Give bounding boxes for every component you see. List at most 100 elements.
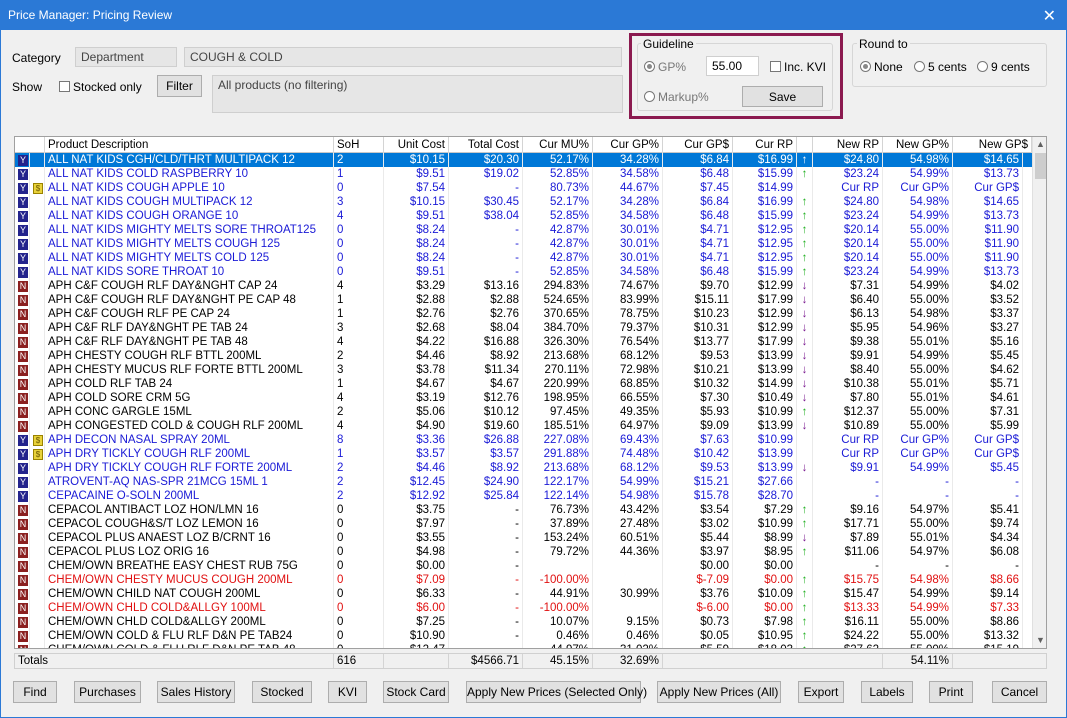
cell-nrp: $5.95	[813, 321, 883, 335]
table-row[interactable]: N APH CONC GARGLE 15ML 2 $5.06 $10.12 97.45% 4…	[15, 405, 1032, 419]
table-row[interactable]: N CHEM/OWN CHESTY MUCUS COUGH 200ML 0 $7.09…	[15, 573, 1032, 587]
export-button[interactable]: Export	[798, 681, 844, 703]
table-row[interactable]: Y ALL NAT KIDS CGH/CLD/THRT MULTIPACK 12 2…	[15, 153, 1032, 167]
cell-ngpd: $13.73	[953, 167, 1023, 181]
table-row[interactable]: N CEPACOL COUGH&S/T LOZ LEMON 16 0 $7.97-37…	[15, 517, 1032, 531]
vertical-scrollbar[interactable]: ▲ ▼	[1032, 137, 1046, 648]
find-button[interactable]: Find	[13, 681, 57, 703]
cell-gpd: $13.77	[663, 335, 733, 349]
table-row[interactable]: Y $ ALL NAT KIDS COUGH APPLE 10 0 $7.54-80.7…	[15, 181, 1032, 195]
scroll-thumb[interactable]	[1035, 153, 1046, 179]
table-row[interactable]: N APH COLD SORE CRM 5G 4 $3.19 $12.76 198.95%…	[15, 391, 1032, 405]
table-row[interactable]: N CHEM/OWN COLD & FLU RLF D&N PE TAB24 0 $1…	[15, 629, 1032, 643]
table-row[interactable]: N APH C&F COUGH RLF DAY&NGHT CAP 24 4 $3.29…	[15, 279, 1032, 293]
round-5-cents-radio[interactable]	[914, 61, 925, 72]
table-row[interactable]: N CHEM/OWN CHILD NAT COUGH 200ML 0 $6.33-44…	[15, 587, 1032, 601]
category-type-field[interactable]: Department	[75, 47, 177, 67]
table-row[interactable]: Y CEPACAINE O-SOLN 200ML 2 $12.92 $25.84 122.…	[15, 489, 1032, 503]
gp-value-input[interactable]: 55.00	[706, 56, 759, 76]
stocked-button[interactable]: Stocked	[252, 681, 312, 703]
close-icon[interactable]: ✕	[1043, 6, 1056, 26]
scroll-down-icon[interactable]: ▼	[1033, 633, 1046, 648]
cell-gp: 0.46%	[593, 629, 663, 643]
flag-y-icon: Y	[18, 449, 28, 460]
cell-soh: 0	[334, 237, 384, 251]
price-down-icon: ↓	[797, 279, 813, 293]
table-row[interactable]: Y ALL NAT KIDS MIGHTY MELTS COLD 125 0 $8.2…	[15, 251, 1032, 265]
table-row[interactable]: Y ALL NAT KIDS SORE THROAT 10 0 $9.51-52.85…	[15, 265, 1032, 279]
pricing-grid[interactable]: Product Description SoH Unit Cost Total Cos…	[14, 136, 1047, 649]
table-row[interactable]: N APH C&F COUGH RLF DAY&NGHT PE CAP 48 1 $2…	[15, 293, 1032, 307]
gp-radio[interactable]	[644, 61, 655, 72]
column-header[interactable]: New RP	[813, 137, 883, 153]
column-header[interactable]: Unit Cost	[384, 137, 449, 153]
column-header[interactable]: Cur RP	[733, 137, 797, 153]
purchases-button[interactable]: Purchases	[74, 681, 141, 703]
table-row[interactable]: N APH CHESTY MUCUS RLF FORTE BTTL 200ML 3 $…	[15, 363, 1032, 377]
table-row[interactable]: Y ALL NAT KIDS MIGHTY MELTS COUGH 125 0 $8.…	[15, 237, 1032, 251]
table-row[interactable]: N APH CHESTY COUGH RLF BTTL 200ML 2 $4.46 $8…	[15, 349, 1032, 363]
table-row[interactable]: NCHEM/OWN COLD & FLU RLF D&N PE TAB 480$…	[15, 643, 1032, 648]
cell-mu: 0.46%	[523, 629, 593, 643]
stock-card-button[interactable]: Stock Card	[383, 681, 449, 703]
table-row[interactable]: Y $ APH DECON NASAL SPRAY 20ML 8 $3.36 $26.88…	[15, 433, 1032, 447]
table-row[interactable]: N APH C&F COUGH RLF PE CAP 24 1 $2.76 $2.76 3…	[15, 307, 1032, 321]
table-row[interactable]: N CEPACOL PLUS LOZ ORIG 16 0 $4.98-79.72% 44…	[15, 545, 1032, 559]
cancel-button[interactable]: Cancel	[992, 681, 1047, 703]
column-header[interactable]	[797, 137, 813, 153]
table-row[interactable]: N APH C&F RLF DAY&NGHT PE TAB 24 3 $2.68 $8.…	[15, 321, 1032, 335]
table-row[interactable]: Y $ APH DRY TICKLY COUGH RLF 200ML 1 $3.57 $3…	[15, 447, 1032, 461]
column-header[interactable]: Product Description	[45, 137, 334, 153]
flag-cell: Y	[15, 461, 30, 475]
column-header[interactable]: New GP%	[883, 137, 953, 153]
flag-y-icon: Y	[18, 211, 28, 222]
column-header[interactable]	[15, 137, 45, 153]
table-row[interactable]: N APH C&F RLF DAY&NGHT PE TAB 48 4 $4.22 $16…	[15, 335, 1032, 349]
column-header[interactable]: Cur GP%	[593, 137, 663, 153]
round-9-cents-radio[interactable]	[977, 61, 988, 72]
table-row[interactable]: N CEPACOL PLUS ANAEST LOZ B/CRNT 16 0 $3.55…	[15, 531, 1032, 545]
inc-kvi-checkbox[interactable]	[770, 61, 781, 72]
column-header[interactable]: Cur GP$	[663, 137, 733, 153]
grid-rows[interactable]: Y ALL NAT KIDS CGH/CLD/THRT MULTIPACK 12 2…	[15, 153, 1032, 648]
cell-total: $12.76	[449, 391, 523, 405]
column-header[interactable]: New GP$	[953, 137, 1032, 153]
cell-gp: 49.35%	[593, 405, 663, 419]
guideline-title: Guideline	[641, 37, 696, 51]
column-header[interactable]: Cur MU%	[523, 137, 593, 153]
save-button[interactable]: Save	[742, 86, 823, 107]
table-row[interactable]: Y ALL NAT KIDS COUGH ORANGE 10 4 $9.51 $38.0…	[15, 209, 1032, 223]
table-row[interactable]: Y ALL NAT KIDS MIGHTY MELTS SORE THROAT12…	[15, 223, 1032, 237]
sales-history-button[interactable]: Sales History	[157, 681, 235, 703]
markup-radio[interactable]	[644, 91, 655, 102]
filter-button[interactable]: Filter	[157, 75, 202, 97]
column-header[interactable]: SoH	[334, 137, 384, 153]
table-row[interactable]: N CHEM/OWN CHLD COLD&ALLGY 200ML 0 $7.25-10…	[15, 615, 1032, 629]
table-row[interactable]: Y ALL NAT KIDS COUGH MULTIPACK 12 3 $10.15 $…	[15, 195, 1032, 209]
flag-cell: N	[15, 601, 30, 615]
apply-selected-button[interactable]: Apply New Prices (Selected Only)	[466, 681, 647, 703]
kvi-cell	[30, 405, 45, 419]
table-row[interactable]: N CHEM/OWN BREATHE EASY CHEST RUB 75G 0 $0.…	[15, 559, 1032, 573]
apply-all-button[interactable]: Apply New Prices (All)	[657, 681, 781, 703]
kvi-dollar-icon: $	[33, 435, 43, 446]
cell-gpd: $7.63	[663, 433, 733, 447]
scroll-up-icon[interactable]: ▲	[1033, 137, 1046, 152]
stocked-only-checkbox[interactable]	[59, 81, 70, 92]
round-none-radio[interactable]	[860, 61, 871, 72]
kvi-button[interactable]: KVI	[328, 681, 367, 703]
table-row[interactable]: N CHEM/OWN CHLD COLD&ALLGY 100ML 0 $6.00- -1…	[15, 601, 1032, 615]
cell-ngp: 54.99%	[883, 279, 953, 293]
table-row[interactable]: N CEPACOL ANTIBACT LOZ HON/LMN 16 0 $3.75-7…	[15, 503, 1032, 517]
table-row[interactable]: Y APH DRY TICKLY COUGH RLF FORTE 200ML 2 $4…	[15, 461, 1032, 475]
print-button[interactable]: Print	[929, 681, 973, 703]
labels-button[interactable]: Labels	[861, 681, 913, 703]
cell-desc: APH COLD SORE CRM 5G	[45, 391, 334, 405]
flag-y-icon: Y	[18, 197, 28, 208]
table-row[interactable]: Y ALL NAT KIDS COLD RASPBERRY 10 1 $9.51 $19…	[15, 167, 1032, 181]
column-header[interactable]: Total Cost	[449, 137, 523, 153]
table-row[interactable]: N APH COLD RLF TAB 24 1 $4.67 $4.67 220.99% 68…	[15, 377, 1032, 391]
table-row[interactable]: N APH CONGESTED COLD & COUGH RLF 200ML 4 $4…	[15, 419, 1032, 433]
table-row[interactable]: Y ATROVENT-AQ NAS-SPR 21MCG 15ML 1 2 $12.45…	[15, 475, 1032, 489]
category-value-field[interactable]: COUGH & COLD	[184, 47, 622, 67]
